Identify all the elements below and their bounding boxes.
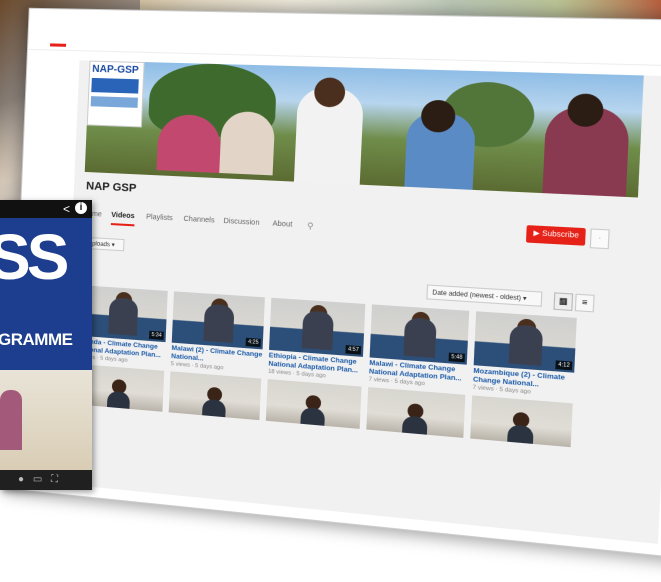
thumbnail-person (401, 415, 428, 438)
video-views: 18 views (267, 368, 292, 377)
player-control-icons[interactable]: ● ▭ ⛶ (18, 474, 61, 485)
video-card[interactable] (265, 379, 362, 429)
sort-dropdown[interactable]: Date added (newest - oldest) ▾ (426, 284, 543, 307)
tab-videos[interactable]: Videos (110, 211, 135, 227)
tab-discussion[interactable]: Discussion (223, 218, 259, 227)
video-duration: 4:57 (345, 345, 362, 355)
video-age: 5 days ago (194, 362, 224, 372)
channel-logo-text: NAP-GSP (91, 63, 139, 77)
video-card[interactable] (366, 387, 466, 438)
video-card[interactable]: 4:57 Ethiopia - Climate Change National … (267, 297, 366, 384)
player-person (0, 390, 22, 450)
video-card[interactable]: 5:48 Malawi - Climate Change National Ad… (368, 304, 470, 391)
video-views: 7 views (472, 384, 494, 393)
video-card[interactable]: 4:25 Malawi (2) - Climate Change Nationa… (171, 291, 265, 375)
channel-name[interactable]: NAP GSP (86, 180, 137, 195)
share-icon[interactable]: < (63, 202, 70, 216)
thumbnail-person (203, 303, 235, 344)
tab-about[interactable]: About (272, 220, 292, 228)
video-thumbnail[interactable]: 5:48 (369, 304, 470, 365)
video-duration: 4:12 (555, 360, 573, 371)
thumbnail-person (403, 317, 437, 359)
info-icon[interactable]: i (75, 202, 87, 214)
channel-logo[interactable]: NAP-GSP (86, 60, 145, 128)
video-thumbnail[interactable]: 4:57 (269, 297, 366, 357)
thumbnail-person (507, 424, 534, 448)
browser-topbar (27, 8, 661, 68)
thumbnail-person (108, 297, 139, 336)
video-views: 5 views (170, 361, 191, 369)
video-thumbnail[interactable] (265, 379, 362, 429)
video-age: 5 days ago (499, 386, 531, 396)
banner-person (219, 110, 276, 176)
thumbnail-person (508, 324, 544, 366)
thumbnail-person (106, 390, 131, 412)
video-thumbnail[interactable]: 4:25 (171, 291, 265, 350)
video-age: 5 days ago (296, 370, 326, 380)
video-thumbnail[interactable] (470, 395, 573, 448)
video-card[interactable] (168, 371, 262, 421)
video-duration: 4:25 (245, 337, 261, 348)
thumbnail-person (301, 310, 334, 351)
channel-banner: NAP-GSP (84, 60, 644, 198)
player-caption: GRAMME (0, 330, 73, 349)
grid-view-icon[interactable]: ▦ (553, 292, 574, 312)
video-age: 5 days ago (100, 355, 128, 364)
video-thumbnail[interactable]: 4:12 (473, 311, 577, 373)
list-view-icon[interactable]: ≡ (574, 293, 595, 313)
browser-window: NAP-GSP NAP GSP ▶ Subscribe · Home Video… (8, 7, 661, 560)
browser-screenshot: NAP-GSP NAP GSP ▶ Subscribe · Home Video… (7, 7, 661, 582)
video-views: 7 views (368, 376, 390, 385)
logo-band (90, 96, 138, 108)
search-icon[interactable]: ⚲ (307, 221, 314, 231)
player-controls[interactable]: ● ▭ ⛶ (0, 470, 92, 490)
thumbnail-person (201, 398, 227, 421)
player-top-bar: < i (0, 200, 92, 218)
video-duration: 5:48 (448, 352, 465, 363)
channel-page: NAP-GSP NAP GSP ▶ Subscribe · Home Video… (61, 60, 661, 544)
video-player[interactable]: < i SS GRAMME ● ▭ ⛶ (0, 200, 92, 490)
tab-channels[interactable]: Channels (183, 216, 214, 225)
thumbnail-person (300, 406, 326, 429)
player-logo-text: SS (0, 221, 69, 293)
video-age: 5 days ago (394, 378, 425, 388)
video-card[interactable] (470, 395, 573, 448)
channel-tabs: Home Videos Playlists Channels Discussio… (82, 210, 636, 264)
logo-band (91, 77, 139, 94)
video-thumbnail[interactable] (366, 387, 466, 438)
video-duration: 5:34 (149, 330, 164, 340)
youtube-logo-mark (49, 43, 67, 47)
video-thumbnail[interactable] (168, 371, 262, 421)
tab-playlists[interactable]: Playlists (146, 214, 173, 223)
video-card[interactable]: 4:12 Mozambique (2) - Climate Change Nat… (472, 311, 577, 400)
